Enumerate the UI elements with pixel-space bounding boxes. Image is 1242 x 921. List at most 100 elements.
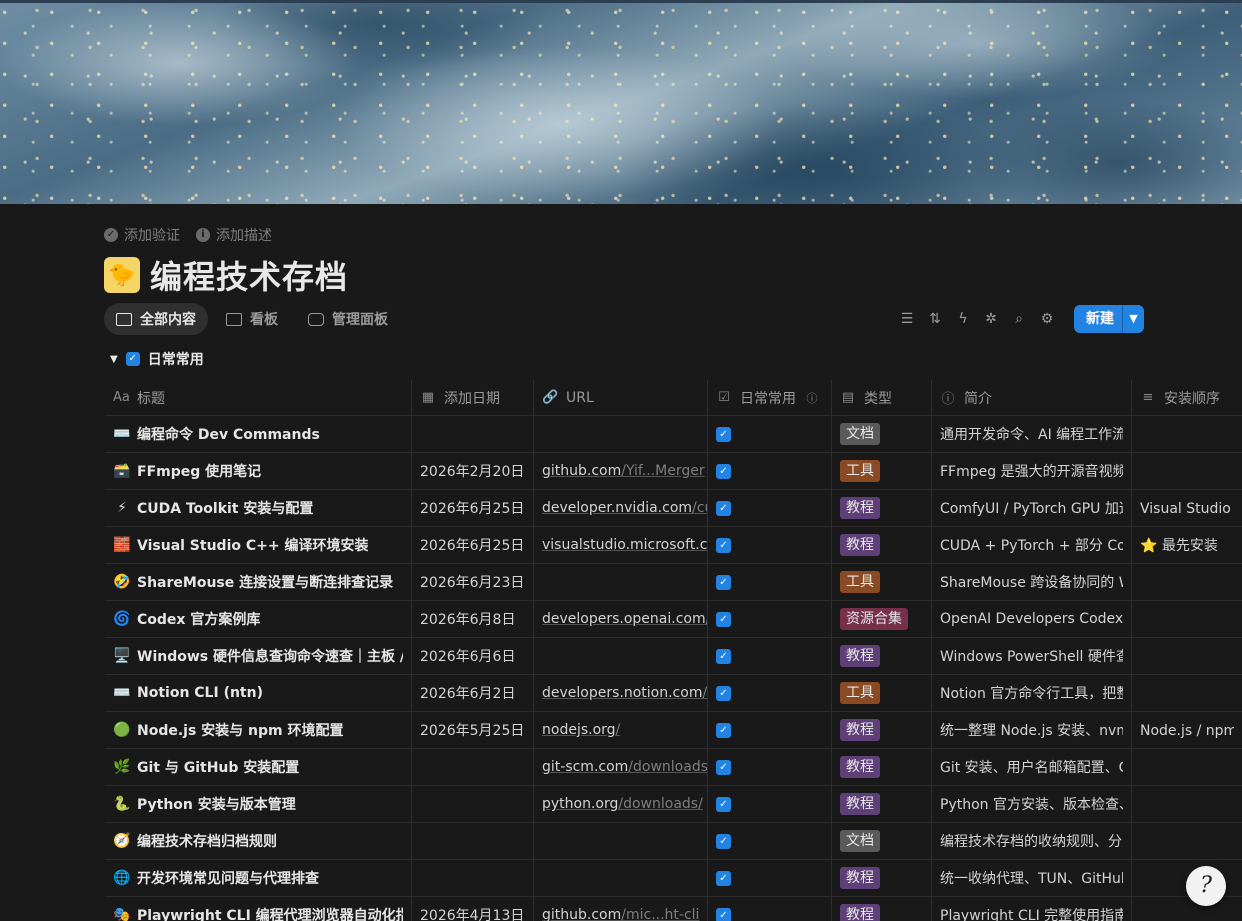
daily-checkbox[interactable]: ✓ — [716, 463, 731, 479]
settings-icon[interactable]: ⚙ — [1038, 305, 1056, 333]
cell-order[interactable] — [1132, 823, 1242, 859]
cell-daily[interactable]: ✓ — [708, 786, 832, 822]
daily-checkbox[interactable]: ✓ — [716, 537, 731, 553]
search-icon[interactable]: ⌕ — [1010, 305, 1028, 333]
cell-order[interactable] — [1132, 897, 1242, 921]
sort-icon[interactable]: ⇅ — [926, 305, 944, 333]
cell-order[interactable] — [1132, 453, 1242, 489]
daily-checkbox[interactable]: ✓ — [716, 574, 731, 590]
row-title[interactable]: CUDA Toolkit 安装与配置 — [137, 498, 313, 518]
cell-order[interactable] — [1132, 638, 1242, 674]
row-url-path[interactable]: / — [616, 722, 621, 738]
row-page-icon[interactable]: 🐍 — [113, 796, 131, 812]
page-title[interactable]: 编程技术存档 — [150, 252, 348, 298]
daily-checkbox[interactable]: ✓ — [716, 426, 731, 442]
column-header-title[interactable]: Aa 标题 — [105, 380, 412, 415]
cell-date[interactable] — [412, 416, 534, 452]
table-row[interactable]: 🐍 Python 安装与版本管理 python.org/downloads/ ✓ 教程 P… — [105, 786, 1242, 823]
cell-title[interactable]: 🖥️ Windows 硬件信息查询命令速查｜主板 / 内存 — [105, 638, 412, 674]
cell-title[interactable]: 🌐 开发环境常见问题与代理排查 — [105, 860, 412, 896]
cell-desc[interactable]: Python 官方安装、版本检查、v — [932, 786, 1132, 822]
cell-date[interactable] — [412, 786, 534, 822]
row-page-icon[interactable]: 🌐 — [113, 870, 131, 886]
cell-type[interactable]: 工具 — [832, 453, 932, 489]
chevron-down-icon[interactable]: ▼ — [1122, 305, 1144, 333]
cell-daily[interactable]: ✓ — [708, 823, 832, 859]
cell-url[interactable]: developers.openai.com/cc — [534, 601, 708, 637]
cell-daily[interactable]: ✓ — [708, 564, 832, 600]
row-url-host[interactable]: github.com — [542, 907, 621, 921]
cell-date[interactable]: 2026年6月23日 — [412, 564, 534, 600]
row-url-host[interactable]: nodejs.org — [542, 722, 616, 738]
add-description-button[interactable]: i 添加描述 — [196, 225, 272, 245]
column-header-type[interactable]: ▤ 类型 — [832, 380, 932, 415]
cell-date[interactable]: 2026年2月20日 — [412, 453, 534, 489]
cell-daily[interactable]: ✓ — [708, 712, 832, 748]
cell-desc[interactable]: Windows PowerShell 硬件查询 — [932, 638, 1132, 674]
cell-url[interactable]: visualstudio.microsoft.com — [534, 527, 708, 563]
row-url-path[interactable]: /mic...ht-cli — [621, 907, 699, 921]
cell-title[interactable]: 🎭 Playwright CLI 编程代理浏览器自动化指南 — [105, 897, 412, 921]
row-url-host[interactable]: developers.openai.com — [542, 611, 706, 627]
cell-url[interactable]: developers.notion.com/cli — [534, 675, 708, 711]
table-row[interactable]: 🖥️ Windows 硬件信息查询命令速查｜主板 / 内存 2026年6月6日 ✓ 教程… — [105, 638, 1242, 675]
daily-checkbox[interactable]: ✓ — [716, 722, 731, 738]
row-page-icon[interactable]: 🧱 — [113, 537, 131, 553]
cell-type[interactable]: 教程 — [832, 638, 932, 674]
cell-daily[interactable]: ✓ — [708, 897, 832, 921]
row-title[interactable]: 编程命令 Dev Commands — [137, 424, 320, 444]
cell-date[interactable] — [412, 860, 534, 896]
cell-title[interactable]: 🤣 ShareMouse 连接设置与断连排查记录 — [105, 564, 412, 600]
cell-type[interactable]: 文档 — [832, 416, 932, 452]
table-row[interactable]: 🌿 Git 与 GitHub 安装配置 git-scm.com/downloads ✓… — [105, 749, 1242, 786]
cell-title[interactable]: 🌀 Codex 官方案例库 — [105, 601, 412, 637]
cell-order[interactable]: Visual Studio 之 — [1132, 490, 1242, 526]
cell-type[interactable]: 教程 — [832, 490, 932, 526]
cell-url[interactable] — [534, 564, 708, 600]
cell-order[interactable] — [1132, 564, 1242, 600]
cell-title[interactable]: ⌨️ 编程命令 Dev Commands — [105, 416, 412, 452]
row-title[interactable]: Windows 硬件信息查询命令速查｜主板 / 内存 — [137, 646, 403, 666]
cell-daily[interactable]: ✓ — [708, 675, 832, 711]
cell-type[interactable]: 教程 — [832, 527, 932, 563]
cell-order[interactable] — [1132, 416, 1242, 452]
cell-type[interactable]: 资源合集 — [832, 601, 932, 637]
cell-desc[interactable]: 编程技术存档的收纳规则、分类 — [932, 823, 1132, 859]
cell-date[interactable]: 2026年6月2日 — [412, 675, 534, 711]
cell-desc[interactable]: 统一整理 Node.js 安装、nvm-w — [932, 712, 1132, 748]
cell-url[interactable]: git-scm.com/downloads — [534, 749, 708, 785]
table-row[interactable]: 🌀 Codex 官方案例库 2026年6月8日 developers.openai.c… — [105, 601, 1242, 638]
cell-url[interactable] — [534, 638, 708, 674]
cell-order[interactable] — [1132, 675, 1242, 711]
column-header-date[interactable]: ▦ 添加日期 — [412, 380, 534, 415]
row-url-path[interactable]: /cud — [692, 500, 707, 516]
row-title[interactable]: Node.js 安装与 npm 环境配置 — [137, 720, 344, 740]
cell-url[interactable]: nodejs.org / — [534, 712, 708, 748]
cell-type[interactable]: 工具 — [832, 675, 932, 711]
cell-type[interactable]: 教程 — [832, 897, 932, 921]
cell-desc[interactable]: Notion 官方命令行工具，把整个 — [932, 675, 1132, 711]
tab-all-content[interactable]: 全部内容 — [104, 303, 208, 335]
cell-order[interactable] — [1132, 749, 1242, 785]
table-row[interactable]: 🎭 Playwright CLI 编程代理浏览器自动化指南 2026年4月13日 gi… — [105, 897, 1242, 921]
cell-date[interactable]: 2026年5月25日 — [412, 712, 534, 748]
daily-checkbox[interactable]: ✓ — [716, 833, 731, 849]
cell-title[interactable]: 🟢 Node.js 安装与 npm 环境配置 — [105, 712, 412, 748]
cell-date[interactable] — [412, 823, 534, 859]
caret-down-icon[interactable]: ▼ — [110, 354, 118, 365]
cell-daily[interactable]: ✓ — [708, 416, 832, 452]
column-header-daily[interactable]: ☑ 日常常用 ⓘ — [708, 380, 832, 415]
cell-title[interactable]: 🌿 Git 与 GitHub 安装配置 — [105, 749, 412, 785]
row-title[interactable]: Notion CLI (ntn) — [137, 685, 263, 701]
row-url-host[interactable]: developers.notion.com — [542, 685, 702, 701]
cell-desc[interactable]: CUDA + PyTorch + 部分 Comfy — [932, 527, 1132, 563]
cell-daily[interactable]: ✓ — [708, 749, 832, 785]
cell-desc[interactable]: 统一收纳代理、TUN、GitHub 3 — [932, 860, 1132, 896]
cell-url[interactable]: github.com/Yif...Merger — [534, 453, 708, 489]
cell-title[interactable]: 🧱 Visual Studio C++ 编译环境安装 — [105, 527, 412, 563]
daily-checkbox[interactable]: ✓ — [716, 759, 731, 775]
row-url-host[interactable]: developer.nvidia.com — [542, 500, 692, 516]
cell-title[interactable]: ⚡ CUDA Toolkit 安装与配置 — [105, 490, 412, 526]
row-page-icon[interactable]: ⌨️ — [113, 685, 131, 701]
group-header[interactable]: ▼ ✓ 日常常用 — [110, 349, 204, 369]
